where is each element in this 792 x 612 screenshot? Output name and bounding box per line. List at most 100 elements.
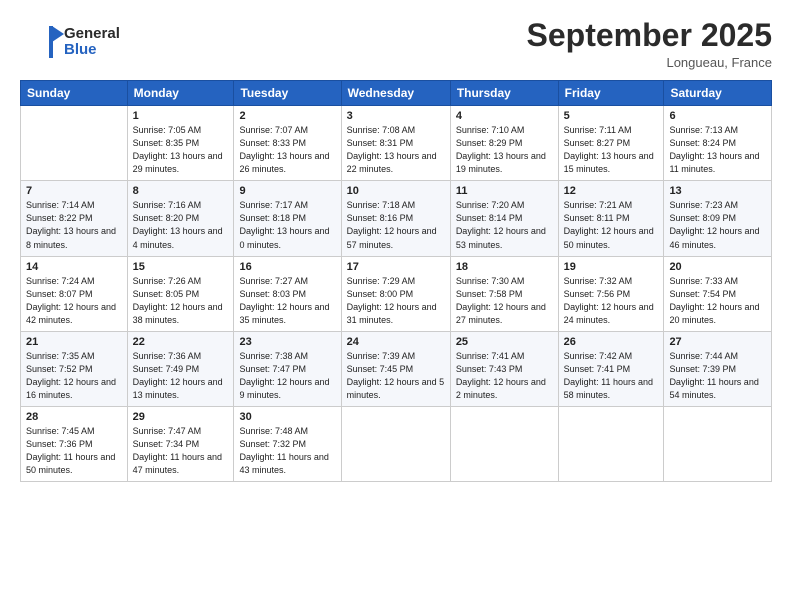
calendar-header-row: Sunday Monday Tuesday Wednesday Thursday…	[21, 81, 772, 106]
day-number: 25	[456, 336, 553, 348]
day-number: 13	[669, 185, 766, 197]
cell-content: Sunrise: 7:29 AMSunset: 8:00 PMDaylight:…	[347, 275, 445, 327]
day-number: 24	[347, 336, 445, 348]
cell-content: Sunrise: 7:48 AMSunset: 7:32 PMDaylight:…	[239, 425, 335, 477]
col-saturday: Saturday	[664, 81, 772, 106]
day-number: 17	[347, 261, 445, 273]
day-number: 10	[347, 185, 445, 197]
col-wednesday: Wednesday	[341, 81, 450, 106]
day-number: 9	[239, 185, 335, 197]
logo-general: General	[64, 26, 120, 43]
day-number: 14	[26, 261, 122, 273]
table-cell: 8 Sunrise: 7:16 AMSunset: 8:20 PMDaylight…	[127, 181, 234, 256]
day-number: 30	[239, 411, 335, 423]
table-cell: 20 Sunrise: 7:33 AMSunset: 7:54 PMDayligh…	[664, 256, 772, 331]
cell-content: Sunrise: 7:24 AMSunset: 8:07 PMDaylight:…	[26, 275, 122, 327]
title-block: September 2025 Longueau, France	[527, 18, 772, 70]
month-title: September 2025	[527, 18, 772, 53]
cell-content: Sunrise: 7:47 AMSunset: 7:34 PMDaylight:…	[133, 425, 229, 477]
table-cell: 27 Sunrise: 7:44 AMSunset: 7:39 PMDayligh…	[664, 331, 772, 406]
logo: GeneralBlue	[20, 24, 120, 60]
cell-content: Sunrise: 7:16 AMSunset: 8:20 PMDaylight:…	[133, 199, 229, 251]
table-cell: 13 Sunrise: 7:23 AMSunset: 8:09 PMDayligh…	[664, 181, 772, 256]
table-cell: 28 Sunrise: 7:45 AMSunset: 7:36 PMDayligh…	[21, 406, 128, 481]
day-number: 23	[239, 336, 335, 348]
cell-content: Sunrise: 7:33 AMSunset: 7:54 PMDaylight:…	[669, 275, 766, 327]
table-cell: 23 Sunrise: 7:38 AMSunset: 7:47 PMDayligh…	[234, 331, 341, 406]
table-cell: 4Sunrise: 7:10 AMSunset: 8:29 PMDaylight…	[450, 106, 558, 181]
table-cell: 25 Sunrise: 7:41 AMSunset: 7:43 PMDayligh…	[450, 331, 558, 406]
day-number: 1	[133, 110, 229, 122]
cell-content: Sunrise: 7:26 AMSunset: 8:05 PMDaylight:…	[133, 275, 229, 327]
cell-content: Sunrise: 7:08 AMSunset: 8:31 PMDaylight:…	[347, 124, 445, 176]
table-cell: 12 Sunrise: 7:21 AMSunset: 8:11 PMDayligh…	[558, 181, 664, 256]
table-cell: 17 Sunrise: 7:29 AMSunset: 8:00 PMDayligh…	[341, 256, 450, 331]
table-cell: 1 Sunrise: 7:05 AMSunset: 8:35 PMDaylight…	[127, 106, 234, 181]
day-number: 28	[26, 411, 122, 423]
calendar-week-row: 28 Sunrise: 7:45 AMSunset: 7:36 PMDayligh…	[21, 406, 772, 481]
table-cell: 3Sunrise: 7:08 AMSunset: 8:31 PMDaylight…	[341, 106, 450, 181]
calendar-week-row: 14 Sunrise: 7:24 AMSunset: 8:07 PMDayligh…	[21, 256, 772, 331]
table-cell: 22 Sunrise: 7:36 AMSunset: 7:49 PMDayligh…	[127, 331, 234, 406]
table-cell	[558, 406, 664, 481]
table-cell	[664, 406, 772, 481]
day-number: 2	[239, 110, 335, 122]
cell-content: Sunrise: 7:38 AMSunset: 7:47 PMDaylight:…	[239, 350, 335, 402]
day-number: 27	[669, 336, 766, 348]
day-number: 21	[26, 336, 122, 348]
cell-content: Sunrise: 7:27 AMSunset: 8:03 PMDaylight:…	[239, 275, 335, 327]
col-sunday: Sunday	[21, 81, 128, 106]
table-cell: 15Sunrise: 7:26 AMSunset: 8:05 PMDayligh…	[127, 256, 234, 331]
table-cell: 5Sunrise: 7:11 AMSunset: 8:27 PMDaylight…	[558, 106, 664, 181]
cell-content: Sunrise: 7:05 AMSunset: 8:35 PMDaylight:…	[133, 124, 229, 176]
cell-content: Sunrise: 7:18 AMSunset: 8:16 PMDaylight:…	[347, 199, 445, 251]
col-friday: Friday	[558, 81, 664, 106]
calendar-week-row: 7 Sunrise: 7:14 AMSunset: 8:22 PMDaylight…	[21, 181, 772, 256]
day-number: 7	[26, 185, 122, 197]
col-thursday: Thursday	[450, 81, 558, 106]
calendar-week-row: 21Sunrise: 7:35 AMSunset: 7:52 PMDayligh…	[21, 331, 772, 406]
cell-content: Sunrise: 7:10 AMSunset: 8:29 PMDaylight:…	[456, 124, 553, 176]
day-number: 12	[564, 185, 659, 197]
location-label: Longueau, France	[527, 55, 772, 70]
cell-content: Sunrise: 7:44 AMSunset: 7:39 PMDaylight:…	[669, 350, 766, 402]
table-cell: 24 Sunrise: 7:39 AMSunset: 7:45 PMDayligh…	[341, 331, 450, 406]
day-number: 5	[564, 110, 659, 122]
cell-content: Sunrise: 7:42 AMSunset: 7:41 PMDaylight:…	[564, 350, 659, 402]
table-cell: 14 Sunrise: 7:24 AMSunset: 8:07 PMDayligh…	[21, 256, 128, 331]
table-cell: 18 Sunrise: 7:30 AMSunset: 7:58 PMDayligh…	[450, 256, 558, 331]
table-cell: 2 Sunrise: 7:07 AMSunset: 8:33 PMDaylight…	[234, 106, 341, 181]
cell-content: Sunrise: 7:23 AMSunset: 8:09 PMDaylight:…	[669, 199, 766, 251]
cell-content: Sunrise: 7:13 AMSunset: 8:24 PMDaylight:…	[669, 124, 766, 176]
col-monday: Monday	[127, 81, 234, 106]
day-number: 22	[133, 336, 229, 348]
table-cell: 16Sunrise: 7:27 AMSunset: 8:03 PMDayligh…	[234, 256, 341, 331]
table-cell: 11Sunrise: 7:20 AMSunset: 8:14 PMDayligh…	[450, 181, 558, 256]
day-number: 6	[669, 110, 766, 122]
table-cell: 7 Sunrise: 7:14 AMSunset: 8:22 PMDaylight…	[21, 181, 128, 256]
calendar-week-row: 1 Sunrise: 7:05 AMSunset: 8:35 PMDaylight…	[21, 106, 772, 181]
cell-content: Sunrise: 7:41 AMSunset: 7:43 PMDaylight:…	[456, 350, 553, 402]
cell-content: Sunrise: 7:30 AMSunset: 7:58 PMDaylight:…	[456, 275, 553, 327]
cell-content: Sunrise: 7:07 AMSunset: 8:33 PMDaylight:…	[239, 124, 335, 176]
table-cell	[450, 406, 558, 481]
cell-content: Sunrise: 7:39 AMSunset: 7:45 PMDaylight:…	[347, 350, 445, 402]
logo-svg	[20, 24, 64, 60]
cell-content: Sunrise: 7:21 AMSunset: 8:11 PMDaylight:…	[564, 199, 659, 251]
logo-blue: Blue	[64, 42, 120, 59]
cell-content: Sunrise: 7:36 AMSunset: 7:49 PMDaylight:…	[133, 350, 229, 402]
day-number: 11	[456, 185, 553, 197]
table-cell: 21Sunrise: 7:35 AMSunset: 7:52 PMDayligh…	[21, 331, 128, 406]
cell-content: Sunrise: 7:14 AMSunset: 8:22 PMDaylight:…	[26, 199, 122, 251]
table-cell: 9 Sunrise: 7:17 AMSunset: 8:18 PMDaylight…	[234, 181, 341, 256]
logo-text-block: GeneralBlue	[64, 26, 120, 59]
cell-content: Sunrise: 7:45 AMSunset: 7:36 PMDaylight:…	[26, 425, 122, 477]
cell-content: Sunrise: 7:17 AMSunset: 8:18 PMDaylight:…	[239, 199, 335, 251]
day-number: 20	[669, 261, 766, 273]
table-cell: 6 Sunrise: 7:13 AMSunset: 8:24 PMDaylight…	[664, 106, 772, 181]
day-number: 18	[456, 261, 553, 273]
table-cell	[341, 406, 450, 481]
table-cell: 19Sunrise: 7:32 AMSunset: 7:56 PMDayligh…	[558, 256, 664, 331]
day-number: 8	[133, 185, 229, 197]
col-tuesday: Tuesday	[234, 81, 341, 106]
